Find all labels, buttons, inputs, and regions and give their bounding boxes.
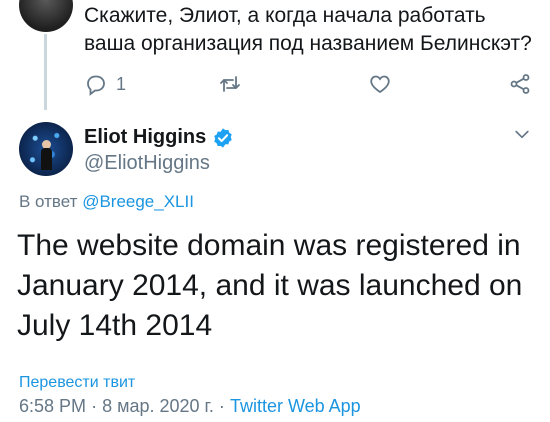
share-icon: [510, 74, 530, 94]
reply-count: 1: [116, 73, 127, 94]
reply-prefix: В ответ: [19, 192, 78, 211]
author-avatar[interactable]: [19, 122, 73, 176]
thread-connector-line: [44, 34, 47, 110]
retweet-button[interactable]: [218, 72, 242, 96]
tweet-source-app[interactable]: Twitter Web App: [230, 396, 361, 416]
tweet-date[interactable]: 8 мар. 2020 г.: [102, 396, 214, 416]
verified-icon: [214, 127, 232, 148]
meta-separator: ·: [91, 396, 98, 416]
tweet-time[interactable]: 6:58 PM: [19, 396, 86, 416]
previous-tweet-avatar[interactable]: [19, 0, 73, 32]
tweet-text: The website domain was registered in Jan…: [17, 229, 523, 342]
reply-icon: [87, 75, 105, 96]
like-button[interactable]: [368, 72, 392, 96]
reply-mention-link[interactable]: @Breege_XLII: [82, 192, 194, 211]
share-button[interactable]: [508, 72, 532, 96]
meta-separator: ·: [218, 396, 225, 416]
chevron-down-icon[interactable]: [512, 124, 532, 144]
reply-context: В ответ @Breege_XLII: [19, 192, 194, 212]
author-name-row: Eliot Higgins: [84, 126, 234, 149]
author-handle[interactable]: @EliotHiggins: [84, 152, 210, 175]
retweet-icon: [220, 76, 240, 92]
reply-button[interactable]: 1: [84, 72, 126, 96]
tweet-metadata: 6:58 PM · 8 мар. 2020 г. · Twitter Web A…: [19, 396, 361, 417]
translate-tweet-link[interactable]: Перевести твит: [19, 374, 135, 392]
author-display-name[interactable]: Eliot Higgins: [84, 126, 206, 149]
previous-tweet-actions: 1: [84, 72, 534, 100]
previous-tweet-text: Скажите, Элиот, а когда начала работать …: [84, 4, 532, 55]
like-icon: [370, 75, 390, 94]
